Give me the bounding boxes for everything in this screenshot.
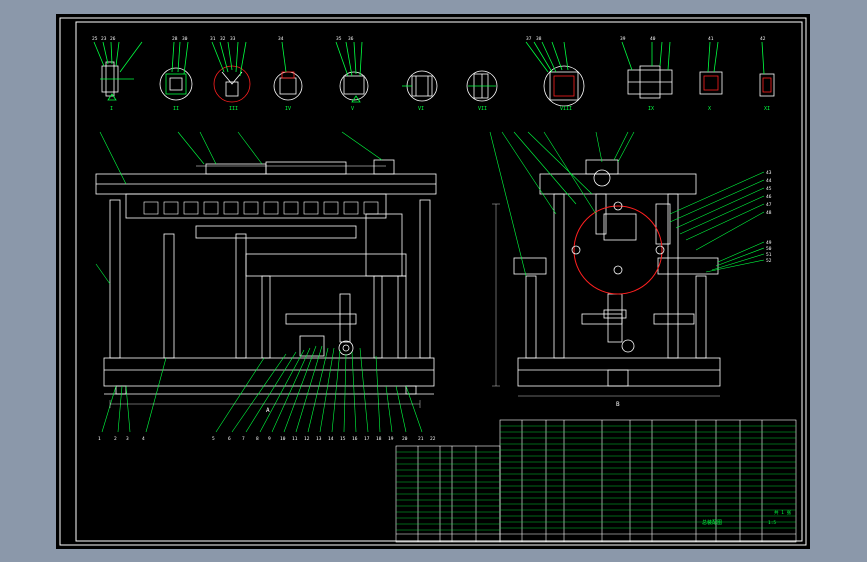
detail-caption-5: V — [351, 106, 354, 112]
top-balloons: 25 23 26 28 30 31 32 33 34 35 36 37 38 3… — [92, 36, 766, 42]
balloon: 19 — [388, 436, 394, 442]
detail-caption-11: XI — [764, 106, 770, 112]
detail-view-9 — [621, 41, 673, 99]
front-view-label: A — [266, 407, 270, 414]
side-view-label: B — [616, 401, 620, 408]
parts-list-table — [395, 419, 797, 543]
balloon: 30 — [182, 36, 188, 42]
balloon: 25 — [92, 36, 98, 42]
balloon: 28 — [172, 36, 178, 42]
balloon: 36 — [348, 36, 354, 42]
balloon: 17 — [364, 436, 370, 442]
balloon: 42 — [760, 36, 766, 42]
balloon: 3 — [126, 436, 129, 442]
balloon: 12 — [304, 436, 310, 442]
detail-view-4 — [273, 41, 303, 101]
balloon: 15 — [340, 436, 346, 442]
detail-caption-7: VII — [478, 106, 487, 112]
detail-views-row — [93, 41, 775, 107]
sheet-label: 共 1 张 — [774, 509, 792, 516]
balloon: 47 — [766, 202, 772, 208]
detail-view-11 — [759, 41, 775, 97]
balloon: 7 — [242, 436, 245, 442]
balloon: 46 — [766, 194, 772, 200]
detail-view-10 — [699, 41, 723, 95]
balloon: 16 — [352, 436, 358, 442]
balloon: 1 — [98, 436, 101, 442]
side-view-leaders — [489, 131, 765, 277]
detail-view-2 — [159, 41, 193, 101]
balloon: 31 — [210, 36, 216, 42]
detail-view-8 — [525, 41, 585, 107]
detail-caption-4: IV — [285, 106, 291, 112]
balloon: 39 — [620, 36, 626, 42]
balloon: 44 — [766, 178, 772, 184]
balloon: 8 — [256, 436, 259, 442]
detail-view-6 — [402, 70, 438, 102]
balloon: 41 — [708, 36, 714, 42]
balloon: 50 — [766, 246, 772, 252]
balloon: 40 — [650, 36, 656, 42]
balloon: 9 — [268, 436, 271, 442]
balloon: 23 — [101, 36, 107, 42]
balloon: 52 — [766, 258, 772, 264]
detail-caption-6: VI — [418, 106, 424, 112]
balloon: 43 — [766, 170, 772, 176]
detail-view-1 — [93, 41, 143, 101]
drawing-title: 总装配图 — [702, 519, 722, 526]
front-view-leaders — [95, 131, 423, 433]
balloon: 35 — [336, 36, 342, 42]
balloon: 51 — [766, 252, 772, 258]
balloon: 4 — [142, 436, 145, 442]
detail-caption-10: X — [708, 106, 711, 112]
motion-path-nodes — [571, 201, 665, 275]
balloon: 14 — [328, 436, 334, 442]
balloon: 26 — [110, 36, 116, 42]
balloon: 10 — [280, 436, 286, 442]
balloon: 22 — [430, 436, 436, 442]
balloon: 49 — [766, 240, 772, 246]
right-balloons: 43 44 45 46 47 48 49 50 51 52 — [766, 170, 772, 264]
detail-captions: I II III IV V VI VII VIII IX X XI — [110, 106, 770, 112]
motion-path-circle — [573, 205, 663, 295]
detail-view-3 — [211, 41, 251, 103]
cad-drawing-viewport[interactable]: I II III IV V VI VII VIII IX X XI A B 1 … — [56, 14, 810, 549]
cad-drawing-canvas[interactable]: I II III IV V VI VII VIII IX X XI A B 1 … — [56, 14, 810, 549]
balloon: 38 — [536, 36, 542, 42]
balloon: 48 — [766, 210, 772, 216]
inner-drawing-frame — [75, 21, 803, 542]
balloon: 18 — [376, 436, 382, 442]
balloon: 11 — [292, 436, 298, 442]
balloon: 21 — [418, 436, 424, 442]
parts-list-rows — [396, 425, 796, 531]
balloon: 5 — [212, 436, 215, 442]
balloon: 37 — [526, 36, 532, 42]
detail-view-5 — [335, 41, 369, 103]
balloon: 13 — [316, 436, 322, 442]
balloon: 33 — [230, 36, 236, 42]
balloon: 2 — [114, 436, 117, 442]
scale-label: 1:5 — [768, 520, 776, 526]
balloon: 6 — [228, 436, 231, 442]
detail-caption-1: I — [110, 106, 113, 112]
detail-caption-8: VIII — [560, 106, 572, 112]
balloon: 32 — [220, 36, 226, 42]
balloon: 45 — [766, 186, 772, 192]
front-view-machine — [95, 159, 437, 395]
bottom-balloons: 1 2 3 4 5 6 7 8 9 10 11 12 13 14 15 16 1… — [98, 436, 436, 442]
detail-caption-2: II — [173, 106, 179, 112]
detail-caption-3: III — [229, 106, 238, 112]
outer-drawing-frame — [59, 17, 807, 546]
balloon: 34 — [278, 36, 284, 42]
detail-caption-9: IX — [648, 106, 654, 112]
balloon: 20 — [402, 436, 408, 442]
side-view-machine — [513, 159, 721, 387]
detail-view-7 — [466, 70, 498, 102]
